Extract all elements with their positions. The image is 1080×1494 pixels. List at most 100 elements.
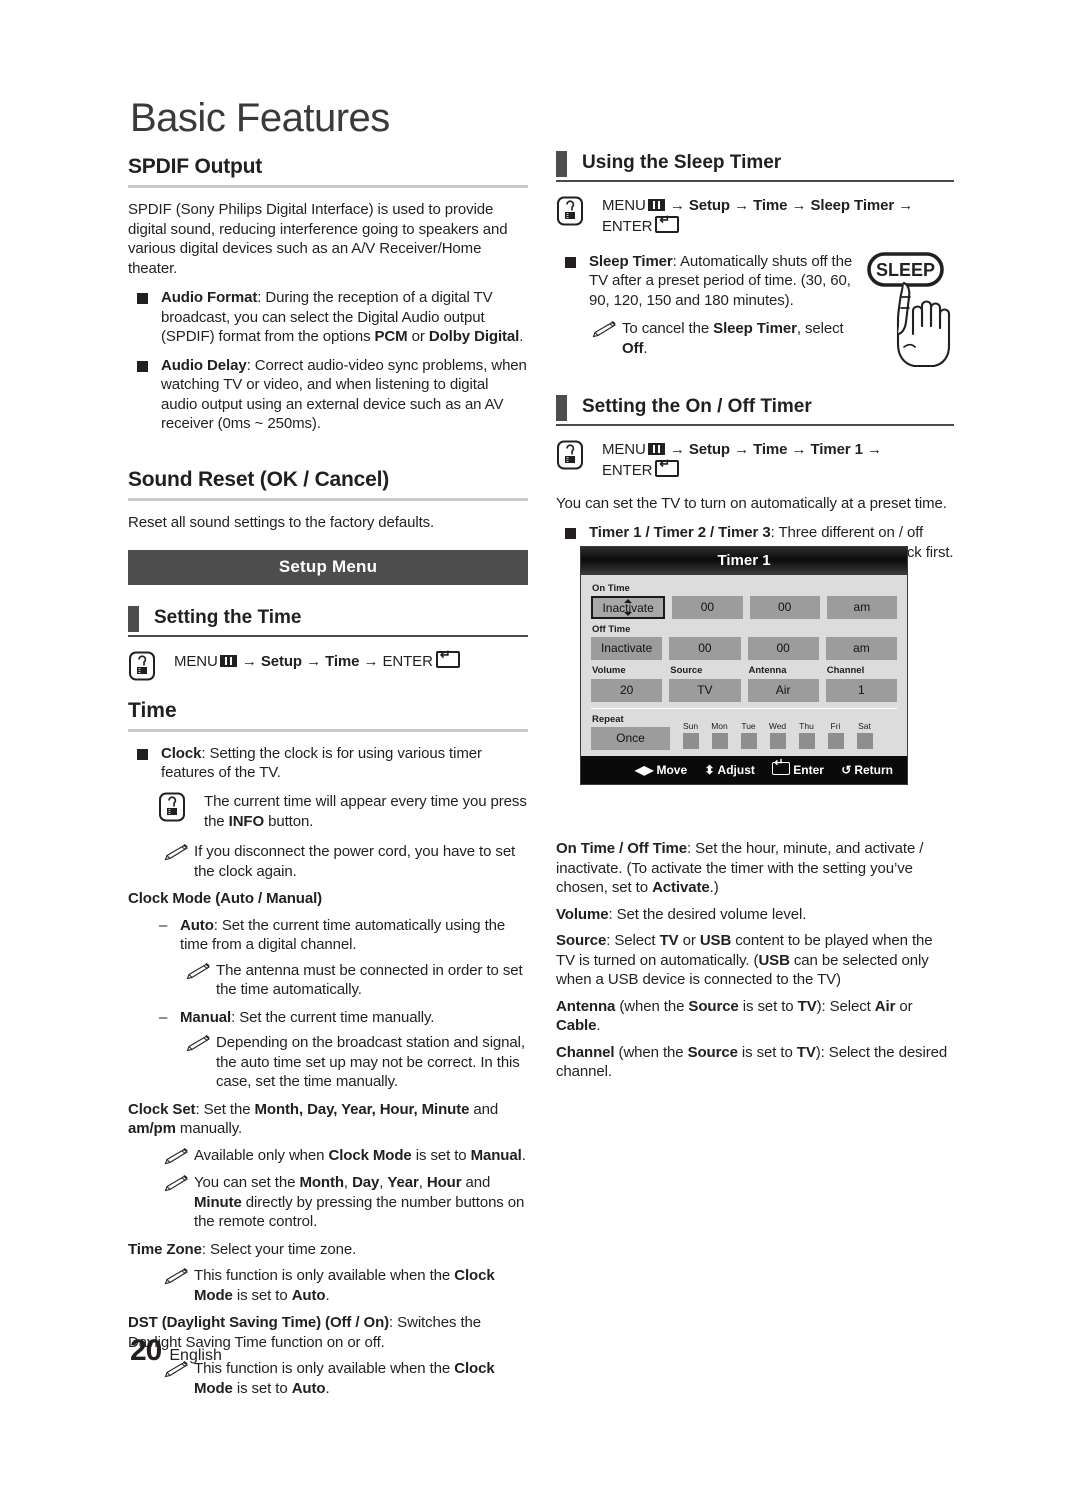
field-values-row: 20 TV Air 1 bbox=[591, 679, 897, 702]
left-column: SPDIF Output SPDIF (Sony Philips Digital… bbox=[128, 155, 528, 1406]
menu-grid-icon bbox=[647, 199, 665, 211]
off-time-hour-field[interactable]: 00 bbox=[669, 637, 741, 660]
pencil-note-icon bbox=[164, 1268, 188, 1285]
day-checkbox[interactable] bbox=[856, 733, 873, 749]
heading-setting-the-time: Setting the Time bbox=[128, 605, 528, 633]
on-time-ampm-field[interactable]: am bbox=[826, 596, 897, 619]
term-clock: Clock bbox=[161, 744, 202, 762]
channel-label: Channel bbox=[826, 665, 865, 676]
antenna-label: Antenna bbox=[748, 665, 787, 676]
day-checkbox[interactable] bbox=[711, 733, 728, 749]
timer-osd-panel: Timer 1 On Time Inactivate 00 00 am Off … bbox=[580, 546, 908, 785]
day-checkbox[interactable] bbox=[682, 733, 699, 749]
on-time-activate-field[interactable]: Inactivate bbox=[591, 596, 666, 619]
desc-source: Source: Select TV or USB content to be p… bbox=[556, 932, 933, 988]
day-checkbox[interactable] bbox=[827, 733, 844, 749]
arrow-up-icon bbox=[624, 599, 633, 603]
on-time-hour-field[interactable]: 00 bbox=[672, 596, 743, 619]
day-mon[interactable]: Mon bbox=[709, 721, 730, 749]
heading-sound-reset: Sound Reset (OK / Cancel) bbox=[128, 467, 390, 491]
day-sat[interactable]: Sat bbox=[854, 721, 875, 749]
repeat-field[interactable]: Once bbox=[591, 727, 670, 750]
square-bullet-icon bbox=[137, 293, 148, 305]
move-arrows-icon: ◀▶ bbox=[634, 763, 654, 777]
note-power-cord: If you disconnect the power cord, you ha… bbox=[158, 842, 528, 881]
heading-bar-icon bbox=[556, 151, 567, 177]
pencil-note-icon bbox=[164, 844, 188, 861]
menu-path-text: MENU → Setup → Time → Sleep Timer → ENTER bbox=[602, 196, 954, 238]
list-item-auto: – Auto: Set the current time automatical… bbox=[159, 916, 506, 954]
hint-adjust: ⬍ Adjust bbox=[704, 763, 755, 777]
audio-delay-text: Audio Delay: Correct audio-video sync pr… bbox=[161, 356, 527, 433]
repeat-left: Repeat Once bbox=[591, 714, 670, 750]
note-info-button: The current time will appear every time … bbox=[158, 792, 528, 833]
list-item: Audio Delay: Correct audio-video sync pr… bbox=[128, 356, 528, 434]
antenna-field[interactable]: Air bbox=[747, 679, 819, 702]
osd-footer-hints: ◀▶Move ⬍Adjust Enter ↺Return bbox=[581, 756, 907, 784]
adjust-arrows-icon: ⬍ bbox=[704, 763, 715, 777]
day-thu[interactable]: Thu bbox=[796, 721, 817, 749]
on-time-minute-field[interactable]: 00 bbox=[749, 596, 820, 619]
dash-bullet-icon: – bbox=[159, 916, 168, 934]
note-antenna: The antenna must be connected in order t… bbox=[180, 961, 528, 1000]
source-label: Source bbox=[670, 665, 703, 676]
remote-button-icon bbox=[557, 196, 583, 226]
day-tue[interactable]: Tue bbox=[738, 721, 759, 749]
audio-format-text: Audio Format: During the reception of a … bbox=[161, 289, 524, 346]
document-page: Basic Features SPDIF Output SPDIF (Sony … bbox=[0, 0, 1080, 1494]
dash-bullet-icon: – bbox=[159, 1008, 168, 1026]
note-number-buttons: You can set the Month, Day, Year, Hour a… bbox=[158, 1173, 528, 1232]
day-checkbox[interactable] bbox=[740, 733, 757, 749]
channel-field[interactable]: 1 bbox=[825, 679, 897, 702]
menu-path-setting-time: MENU → Setup → Time → ENTER bbox=[128, 648, 528, 681]
spdif-intro: SPDIF (Sony Philips Digital Interface) i… bbox=[128, 201, 508, 277]
day-checkbox[interactable] bbox=[798, 733, 815, 749]
square-bullet-icon bbox=[137, 360, 148, 372]
off-time-minute-field[interactable]: 00 bbox=[747, 637, 819, 660]
divider bbox=[591, 708, 897, 709]
menu-path-text: MENU → Setup → Time → ENTER bbox=[174, 648, 528, 672]
off-time-activate-field[interactable]: Inactivate bbox=[591, 637, 663, 660]
enter-key-icon bbox=[655, 457, 680, 478]
remote-button-icon bbox=[557, 440, 583, 470]
sound-reset-body: Reset all sound settings to the factory … bbox=[128, 513, 435, 531]
heading-bar-icon bbox=[556, 395, 567, 421]
note-clock-mode-manual: Available only when Clock Mode is set to… bbox=[158, 1146, 528, 1166]
day-checkbox[interactable] bbox=[769, 733, 786, 749]
term-audio-format: Audio Format bbox=[161, 289, 258, 307]
off-time-ampm-field[interactable]: am bbox=[825, 637, 897, 660]
field-labels-row: Volume Source Antenna Channel bbox=[591, 665, 897, 678]
clock-set-text: Clock Set: Set the Month, Day, Year, Hou… bbox=[128, 1100, 499, 1138]
desc-channel: Channel (when the Source is set to TV): … bbox=[556, 1043, 948, 1081]
heading-setting-on-off-timer: Setting the On / Off Timer bbox=[556, 394, 954, 421]
return-arrow-icon: ↺ bbox=[841, 763, 852, 777]
note-time-zone-auto: This function is only available when the… bbox=[158, 1266, 528, 1305]
menu-path-text: MENU → Setup → Time → Timer 1 → ENTER bbox=[602, 440, 954, 482]
osd-title: Timer 1 bbox=[581, 547, 907, 575]
volume-field[interactable]: 20 bbox=[591, 679, 663, 702]
divider bbox=[128, 728, 528, 732]
day-fri[interactable]: Fri bbox=[825, 721, 846, 749]
pencil-note-icon bbox=[592, 321, 616, 338]
time-zone-text: Time Zone: Select your time zone. bbox=[128, 1240, 357, 1258]
divider bbox=[128, 497, 528, 501]
day-wed[interactable]: Wed bbox=[767, 721, 788, 749]
note-broadcast-signal: Depending on the broadcast station and s… bbox=[180, 1033, 528, 1092]
source-field[interactable]: TV bbox=[669, 679, 741, 702]
pencil-note-icon bbox=[186, 962, 210, 979]
enter-key-icon bbox=[655, 213, 680, 234]
repeat-section: Repeat Once Sun Mon Tue Wed Thu Fri Sat bbox=[591, 714, 897, 750]
sleep-key-icon: SLEEP bbox=[867, 252, 944, 287]
day-sun[interactable]: Sun bbox=[680, 721, 701, 749]
on-time-row: Inactivate 00 00 am bbox=[591, 596, 897, 619]
divider bbox=[556, 180, 954, 182]
square-bullet-icon bbox=[137, 748, 148, 760]
enter-key-icon bbox=[772, 758, 791, 775]
divider bbox=[128, 635, 528, 638]
pencil-note-icon bbox=[164, 1175, 188, 1192]
list-item-clock: Clock: Setting the clock is for using va… bbox=[128, 744, 528, 783]
page-language: English bbox=[169, 1347, 222, 1364]
sleep-button-illustration: SLEEP bbox=[867, 252, 951, 368]
heading-using-sleep-timer: Using the Sleep Timer bbox=[556, 150, 954, 177]
page-footer: 20 English bbox=[130, 1334, 222, 1368]
